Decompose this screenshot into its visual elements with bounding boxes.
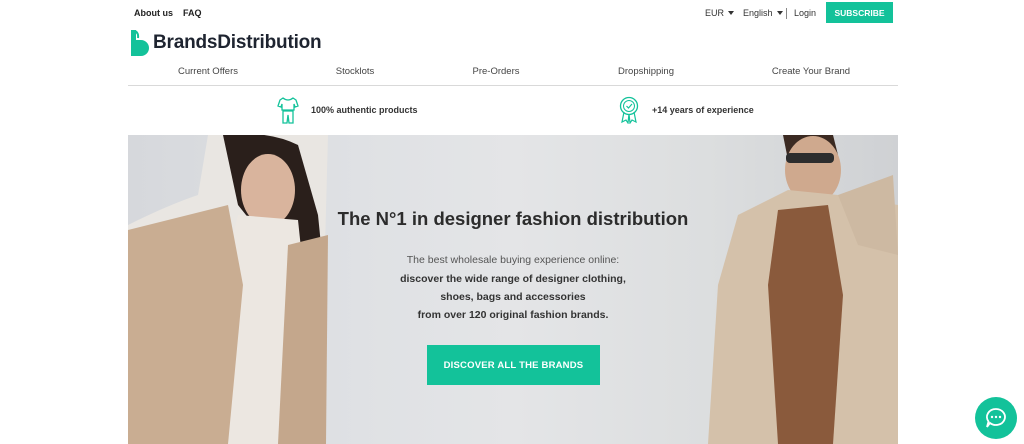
nav-create-your-brand[interactable]: Create Your Brand: [772, 66, 850, 77]
hero-line-3: shoes, bags and accessories: [440, 291, 586, 303]
login-link[interactable]: Login: [794, 8, 816, 18]
about-us-link[interactable]: About us: [134, 8, 173, 18]
top-bar: About us FAQ EUR English Login SUBSCRIBE: [0, 0, 1024, 26]
feature-authentic-text: 100% authentic products: [311, 105, 418, 115]
chevron-down-icon: [776, 11, 783, 15]
currency-select[interactable]: EUR: [705, 8, 735, 18]
hero-banner: The N°1 in designer fashion distribution…: [128, 135, 898, 444]
hero-line-2: discover the wide range of designer clot…: [400, 273, 626, 285]
discover-brands-button[interactable]: DISCOVER ALL THE BRANDS: [427, 345, 600, 385]
hero-line-1: The best wholesale buying experience onl…: [406, 254, 620, 266]
hero-image-man: [708, 135, 898, 444]
divider: [786, 8, 787, 19]
chat-bubble-icon: [986, 408, 1006, 428]
brand-b-icon: [131, 29, 149, 56]
clothes-icon: [277, 97, 299, 124]
subscribe-button[interactable]: SUBSCRIBE: [826, 2, 893, 23]
nav-dropshipping[interactable]: Dropshipping: [618, 66, 674, 77]
nav-current-offers[interactable]: Current Offers: [178, 66, 238, 77]
language-value: English: [743, 8, 773, 18]
hero-image-woman: [128, 135, 328, 444]
currency-value: EUR: [705, 8, 725, 18]
chat-button[interactable]: [975, 397, 1017, 439]
logo-text: BrandsDistribution: [153, 32, 322, 53]
nav-pre-orders[interactable]: Pre-Orders: [473, 66, 520, 77]
chevron-down-icon: [728, 11, 735, 15]
hero-title: The N°1 in designer fashion distribution: [337, 208, 689, 229]
logo[interactable]: BrandsDistribution: [131, 29, 322, 57]
feature-experience-text: +14 years of experience: [652, 105, 754, 115]
award-badge-icon: [619, 96, 639, 124]
feature-authentic: 100% authentic products: [277, 96, 418, 124]
feature-experience: +14 years of experience: [618, 96, 754, 124]
hero-line-4: from over 120 original fashion brands.: [417, 309, 609, 321]
nav-stocklots[interactable]: Stocklots: [336, 66, 375, 77]
language-select[interactable]: English: [743, 8, 783, 18]
main-nav: Current Offers Stocklots Pre-Orders Drop…: [128, 60, 898, 86]
faq-link[interactable]: FAQ: [183, 8, 202, 18]
